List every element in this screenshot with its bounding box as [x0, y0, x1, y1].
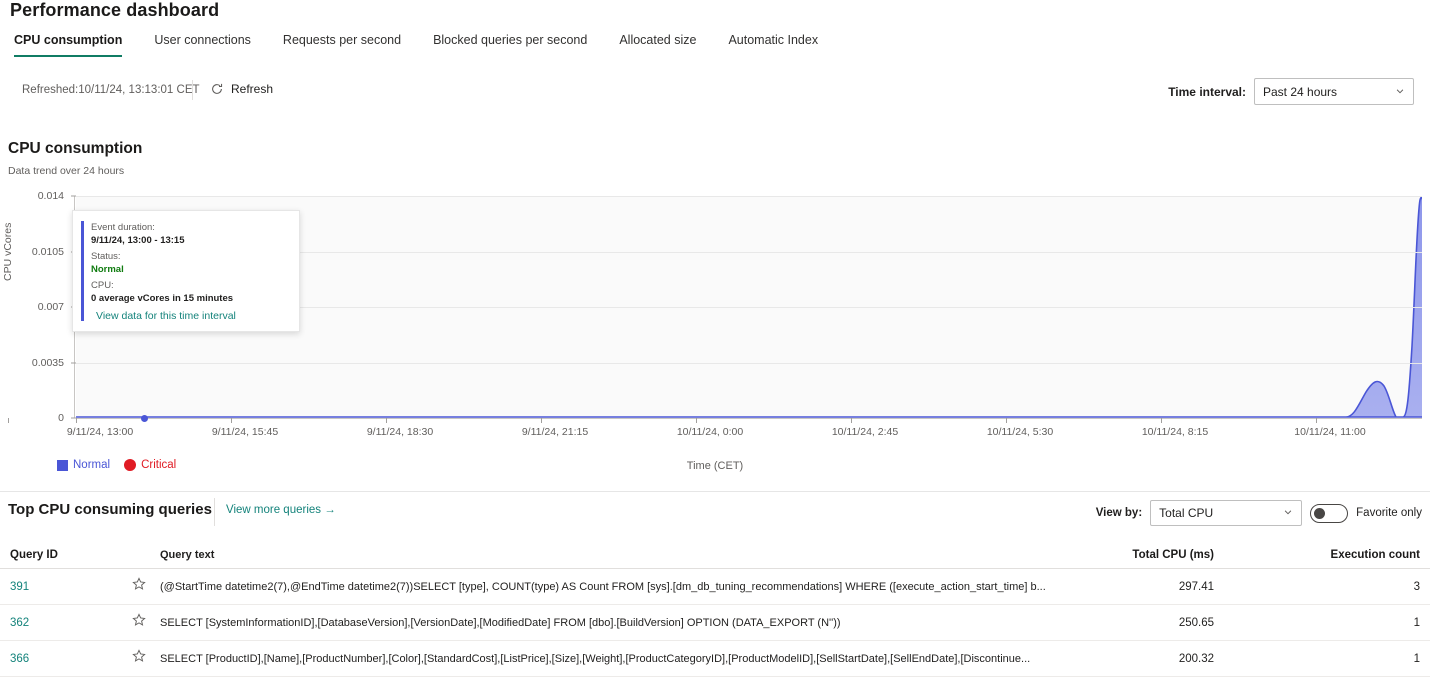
- y-tick-label: 0.007: [38, 301, 70, 313]
- time-interval-dropdown[interactable]: Past 24 hours: [1254, 78, 1414, 105]
- tab-user-connections[interactable]: User connections: [138, 32, 267, 57]
- view-by-value: Total CPU: [1159, 506, 1283, 520]
- x-tick-label: 9/11/24, 13:00: [67, 426, 133, 438]
- chart-title: CPU consumption: [8, 140, 142, 158]
- tooltip-duration-value: 9/11/24, 13:00 - 13:15: [91, 234, 289, 248]
- top-queries-table: Query ID Query text Total CPU (ms) Execu…: [0, 541, 1430, 677]
- y-axis-title: CPU vCores: [2, 223, 14, 281]
- y-tick-mark: [71, 362, 76, 363]
- execution-count-value: 3: [1270, 581, 1420, 593]
- star-icon[interactable]: [132, 613, 146, 632]
- x-tick-mark: [696, 418, 697, 423]
- chart-hover-point: [141, 415, 148, 422]
- tab-bar: CPU consumption User connections Request…: [10, 32, 834, 62]
- query-id-link[interactable]: 366: [10, 653, 29, 665]
- x-tick-mark: [851, 418, 852, 423]
- tooltip-view-data-link[interactable]: View data for this time interval: [96, 310, 289, 322]
- total-cpu-value: 297.41: [1080, 581, 1270, 593]
- time-interval-control: Time interval: Past 24 hours: [1168, 78, 1414, 105]
- tooltip-status-value: Normal: [91, 263, 289, 277]
- chart-subtitle: Data trend over 24 hours: [8, 165, 124, 177]
- query-text: (@StartTime datetime2(7),@EndTime dateti…: [160, 581, 1080, 593]
- table-row[interactable]: 366 SELECT [ProductID],[Name],[ProductNu…: [0, 641, 1430, 677]
- x-tick-mark: [1161, 418, 1162, 423]
- y-tick-mark: [71, 196, 76, 197]
- x-tick-label: 10/11/24, 5:30: [987, 426, 1053, 438]
- tooltip-cpu-label: CPU:: [91, 279, 289, 292]
- time-interval-value: Past 24 hours: [1263, 85, 1395, 99]
- tab-automatic-index[interactable]: Automatic Index: [712, 32, 834, 57]
- tooltip-duration-label: Event duration:: [91, 221, 289, 234]
- view-by-control: View by: Total CPU Favorite only: [1096, 500, 1422, 526]
- total-cpu-value: 250.65: [1080, 617, 1270, 629]
- column-header-execution-count[interactable]: Execution count: [1270, 549, 1420, 561]
- command-bar: Refreshed:10/11/24, 13:13:01 CET Refresh…: [0, 76, 1430, 108]
- y-tick-label: 0.0105: [32, 246, 70, 258]
- chevron-down-icon: [1395, 85, 1405, 99]
- x-tick-mark: [76, 418, 77, 423]
- refreshed-timestamp: Refreshed:10/11/24, 13:13:01 CET: [22, 84, 200, 96]
- column-header-total-cpu[interactable]: Total CPU (ms): [1080, 549, 1270, 561]
- tab-requests-per-second[interactable]: Requests per second: [267, 32, 417, 57]
- x-tick-label: 10/11/24, 11:00: [1294, 426, 1365, 438]
- execution-count-value: 1: [1270, 653, 1420, 665]
- x-tick-label: 9/11/24, 18:30: [367, 426, 433, 438]
- tooltip-cpu-value: 0 average vCores in 15 minutes: [91, 292, 289, 306]
- tab-blocked-queries-per-second[interactable]: Blocked queries per second: [417, 32, 603, 57]
- table-header-row: Query ID Query text Total CPU (ms) Execu…: [0, 541, 1430, 569]
- x-tick-mark: [386, 418, 387, 423]
- x-tick-mark: [1316, 418, 1317, 423]
- queries-header-divider: [214, 498, 215, 526]
- column-header-query-id[interactable]: Query ID: [10, 549, 118, 561]
- x-tick-mark: [8, 418, 9, 423]
- favorite-only-toggle[interactable]: [1310, 504, 1348, 523]
- queries-title: Top CPU consuming queries: [8, 501, 212, 518]
- y-tick-label: 0.0035: [32, 357, 70, 369]
- chevron-down-icon: [1283, 506, 1293, 520]
- star-icon[interactable]: [132, 577, 146, 596]
- refresh-button[interactable]: Refresh: [206, 80, 277, 98]
- query-id-link[interactable]: 362: [10, 617, 29, 629]
- table-row[interactable]: 362 SELECT [SystemInformationID],[Databa…: [0, 605, 1430, 641]
- total-cpu-value: 200.32: [1080, 653, 1270, 665]
- query-text: SELECT [ProductID],[Name],[ProductNumber…: [160, 653, 1080, 665]
- view-by-label: View by:: [1096, 507, 1142, 519]
- section-divider: [0, 491, 1430, 492]
- gridline: [76, 196, 1422, 197]
- view-more-queries-link[interactable]: View more queries →: [226, 504, 336, 516]
- tab-allocated-size[interactable]: Allocated size: [603, 32, 712, 57]
- y-tick-label: 0: [58, 412, 70, 424]
- x-tick-mark: [1006, 418, 1007, 423]
- x-tick-mark: [541, 418, 542, 423]
- star-icon[interactable]: [132, 649, 146, 668]
- execution-count-value: 1: [1270, 617, 1420, 629]
- tab-cpu-consumption[interactable]: CPU consumption: [10, 32, 138, 57]
- x-axis-line: [76, 418, 1422, 419]
- x-axis-title: Time (CET): [0, 460, 1430, 472]
- query-id-link[interactable]: 391: [10, 581, 29, 593]
- favorite-only-label: Favorite only: [1356, 507, 1422, 519]
- refresh-icon: [210, 82, 224, 96]
- x-tick-label: 10/11/24, 2:45: [832, 426, 898, 438]
- query-text: SELECT [SystemInformationID],[DatabaseVe…: [160, 617, 1080, 629]
- toggle-knob: [1314, 508, 1325, 519]
- x-tick-label: 9/11/24, 21:15: [522, 426, 588, 438]
- queries-section-header: Top CPU consuming queries View more quer…: [0, 498, 1430, 532]
- x-tick-label: 10/11/24, 0:00: [677, 426, 743, 438]
- chart-tooltip: Event duration: 9/11/24, 13:00 - 13:15 S…: [72, 210, 300, 332]
- tooltip-status-label: Status:: [91, 250, 289, 263]
- table-row[interactable]: 391 (@StartTime datetime2(7),@EndTime da…: [0, 569, 1430, 605]
- page-title: Performance dashboard: [10, 0, 219, 21]
- command-bar-divider: [192, 80, 193, 100]
- x-tick-label: 9/11/24, 15:45: [212, 426, 278, 438]
- refresh-label: Refresh: [231, 82, 273, 96]
- gridline: [76, 363, 1422, 364]
- x-tick-label: 10/11/24, 8:15: [1142, 426, 1208, 438]
- time-interval-label: Time interval:: [1168, 85, 1246, 99]
- view-by-dropdown[interactable]: Total CPU: [1150, 500, 1302, 526]
- x-tick-mark: [231, 418, 232, 423]
- y-tick-label: 0.014: [38, 190, 70, 202]
- column-header-query-text[interactable]: Query text: [160, 549, 1080, 561]
